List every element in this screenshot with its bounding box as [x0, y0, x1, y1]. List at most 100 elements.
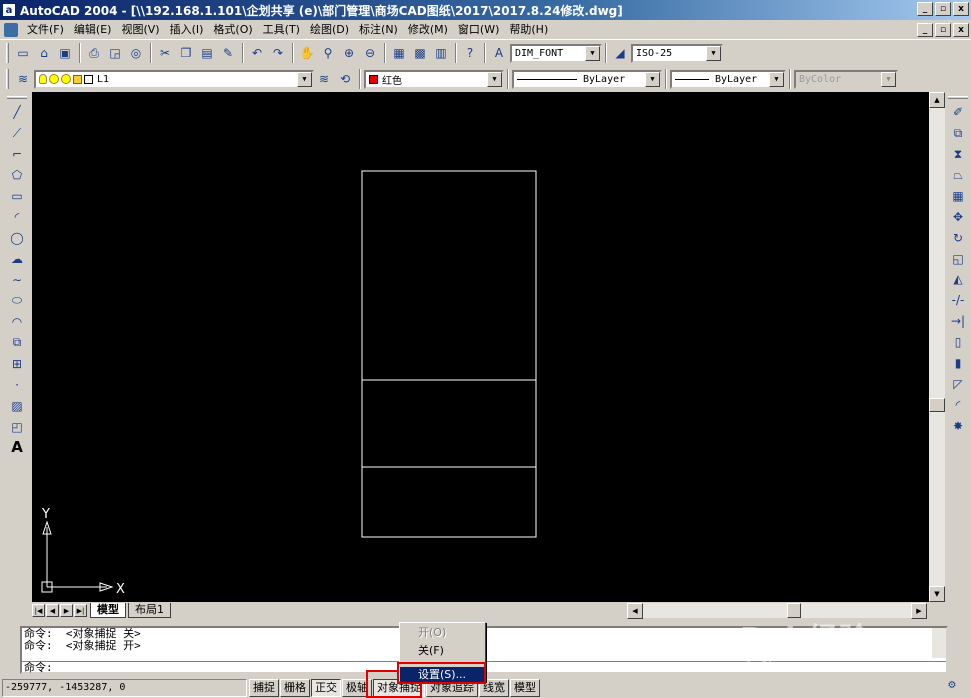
make-block-icon[interactable]: ⊞: [7, 353, 27, 374]
rotate-icon[interactable]: ↻: [948, 227, 968, 248]
polar-toggle[interactable]: 极轴: [342, 679, 372, 697]
next-tab-icon[interactable]: ▶: [60, 603, 73, 617]
fillet-icon[interactable]: ◜: [948, 394, 968, 415]
lineweight-select[interactable]: ByLayer ▼: [670, 69, 786, 89]
copy-icon[interactable]: ❐: [176, 43, 196, 63]
print-icon[interactable]: ⎙: [84, 43, 104, 63]
menu-item-off[interactable]: 关(F): [400, 643, 485, 659]
scroll-down-icon[interactable]: ▼: [929, 586, 945, 602]
chevron-down-icon[interactable]: ▼: [645, 71, 660, 87]
scroll-thumb[interactable]: [787, 603, 801, 618]
preview-icon[interactable]: ◲: [105, 43, 125, 63]
line-icon[interactable]: ╱: [7, 102, 27, 123]
menu-file[interactable]: 文件(F): [22, 21, 69, 39]
paste-icon[interactable]: ▤: [197, 43, 217, 63]
trim-icon[interactable]: -/-: [948, 290, 968, 311]
layer-manager-icon[interactable]: ≋: [13, 69, 33, 89]
stretch-icon[interactable]: ◭: [948, 269, 968, 290]
zoom-previous-icon[interactable]: ⊖: [360, 43, 380, 63]
pan-icon[interactable]: ✋: [297, 43, 317, 63]
text-style-icon[interactable]: A: [489, 43, 509, 63]
scroll-thumb[interactable]: [929, 398, 945, 412]
menu-tools[interactable]: 工具(T): [258, 21, 305, 39]
doc-minimize-button[interactable]: _: [917, 23, 933, 37]
polygon-icon[interactable]: ⬠: [7, 165, 27, 186]
array-icon[interactable]: ▦: [948, 186, 968, 207]
dim-style-select[interactable]: ISO-25 ▼: [631, 43, 723, 63]
minimize-button[interactable]: _: [917, 2, 933, 16]
help-icon[interactable]: ?: [460, 43, 480, 63]
copy-object-icon[interactable]: ⧉: [948, 123, 968, 144]
close-button[interactable]: x: [953, 2, 969, 16]
scroll-left-icon[interactable]: ◀: [627, 603, 643, 619]
toolbar-grip[interactable]: [6, 43, 9, 63]
erase-icon[interactable]: ✐: [948, 102, 968, 123]
move-icon[interactable]: ✥: [948, 206, 968, 227]
menu-format[interactable]: 格式(O): [208, 21, 257, 39]
menu-insert[interactable]: 插入(I): [165, 21, 209, 39]
circle-icon[interactable]: ◯: [7, 228, 27, 249]
menu-view[interactable]: 视图(V): [116, 21, 164, 39]
menu-help[interactable]: 帮助(H): [504, 21, 553, 39]
vertical-scrollbar[interactable]: ▲ ▼: [929, 92, 945, 602]
point-icon[interactable]: ·: [7, 374, 27, 395]
color-select[interactable]: 红色 ▼: [364, 69, 504, 89]
new-icon[interactable]: ▭: [13, 43, 33, 63]
toolbar-grip[interactable]: [6, 69, 9, 89]
grid-toggle[interactable]: 栅格: [280, 679, 310, 697]
region-icon[interactable]: ◰: [7, 416, 27, 437]
mtext-icon[interactable]: A: [7, 437, 27, 458]
chevron-down-icon[interactable]: ▼: [487, 71, 502, 87]
save-icon[interactable]: ▣: [55, 43, 75, 63]
offset-icon[interactable]: ⏢: [948, 165, 968, 186]
chevron-down-icon[interactable]: ▼: [585, 45, 600, 61]
rectangle-icon[interactable]: ▭: [7, 186, 27, 207]
menu-edit[interactable]: 编辑(E): [69, 21, 117, 39]
ortho-toggle[interactable]: 正交: [311, 679, 341, 697]
text-style-select[interactable]: DIM_FONT ▼: [510, 43, 602, 63]
menu-dimension[interactable]: 标注(N): [354, 21, 403, 39]
hatch-icon[interactable]: ▨: [7, 395, 27, 416]
make-object-layer-current-icon[interactable]: ≋: [314, 69, 334, 89]
doc-close-button[interactable]: x: [953, 23, 969, 37]
construction-line-icon[interactable]: ⟋: [7, 123, 27, 144]
spline-icon[interactable]: ∼: [7, 270, 27, 291]
autocad-app-icon[interactable]: a: [2, 3, 16, 17]
prev-tab-icon[interactable]: ◀: [46, 603, 59, 617]
scroll-up-icon[interactable]: ▲: [929, 92, 945, 108]
layer-previous-icon[interactable]: ⟲: [335, 69, 355, 89]
tab-model[interactable]: 模型: [90, 602, 126, 618]
polyline-icon[interactable]: ⌐: [7, 144, 27, 165]
restore-button[interactable]: ▫: [935, 2, 951, 16]
coordinates-readout[interactable]: -259777, -1453287, 0: [2, 679, 247, 697]
explode-icon[interactable]: ✸: [948, 415, 968, 436]
chevron-down-icon[interactable]: ▼: [769, 71, 784, 87]
redo-icon[interactable]: ↷: [268, 43, 288, 63]
zoom-realtime-icon[interactable]: ⚲: [318, 43, 338, 63]
matchprop-icon[interactable]: ✎: [218, 43, 238, 63]
cut-icon[interactable]: ✂: [155, 43, 175, 63]
insert-block-icon[interactable]: ⧉: [7, 332, 27, 353]
layer-select[interactable]: L1 ▼: [34, 69, 314, 89]
communication-center-icon[interactable]: ⚙: [943, 680, 961, 696]
menu-window[interactable]: 窗口(W): [453, 21, 504, 39]
menu-draw[interactable]: 绘图(D): [305, 21, 354, 39]
publish-icon[interactable]: ◎: [126, 43, 146, 63]
toolbar-grip[interactable]: [948, 96, 968, 99]
arc-icon[interactable]: ◜: [7, 207, 27, 228]
last-tab-icon[interactable]: ▶|: [74, 603, 87, 617]
first-tab-icon[interactable]: |◀: [32, 603, 45, 617]
revcloud-icon[interactable]: ☁: [7, 249, 27, 270]
menu-modify[interactable]: 修改(M): [403, 21, 453, 39]
break-icon[interactable]: ▯: [948, 332, 968, 353]
mirror-icon[interactable]: ⧗: [948, 144, 968, 165]
ellipse-icon[interactable]: ⬭: [7, 290, 27, 311]
menu-item-settings[interactable]: 设置(S)...: [400, 667, 485, 683]
join-icon[interactable]: ▮: [948, 353, 968, 374]
toolbar-grip[interactable]: [7, 96, 27, 99]
scroll-right-icon[interactable]: ▶: [911, 603, 927, 619]
chevron-down-icon[interactable]: ▼: [706, 45, 721, 61]
model-paper-toggle[interactable]: 模型: [510, 679, 540, 697]
command-scrollbar[interactable]: [932, 628, 946, 658]
dim-style-icon[interactable]: ◢: [610, 43, 630, 63]
